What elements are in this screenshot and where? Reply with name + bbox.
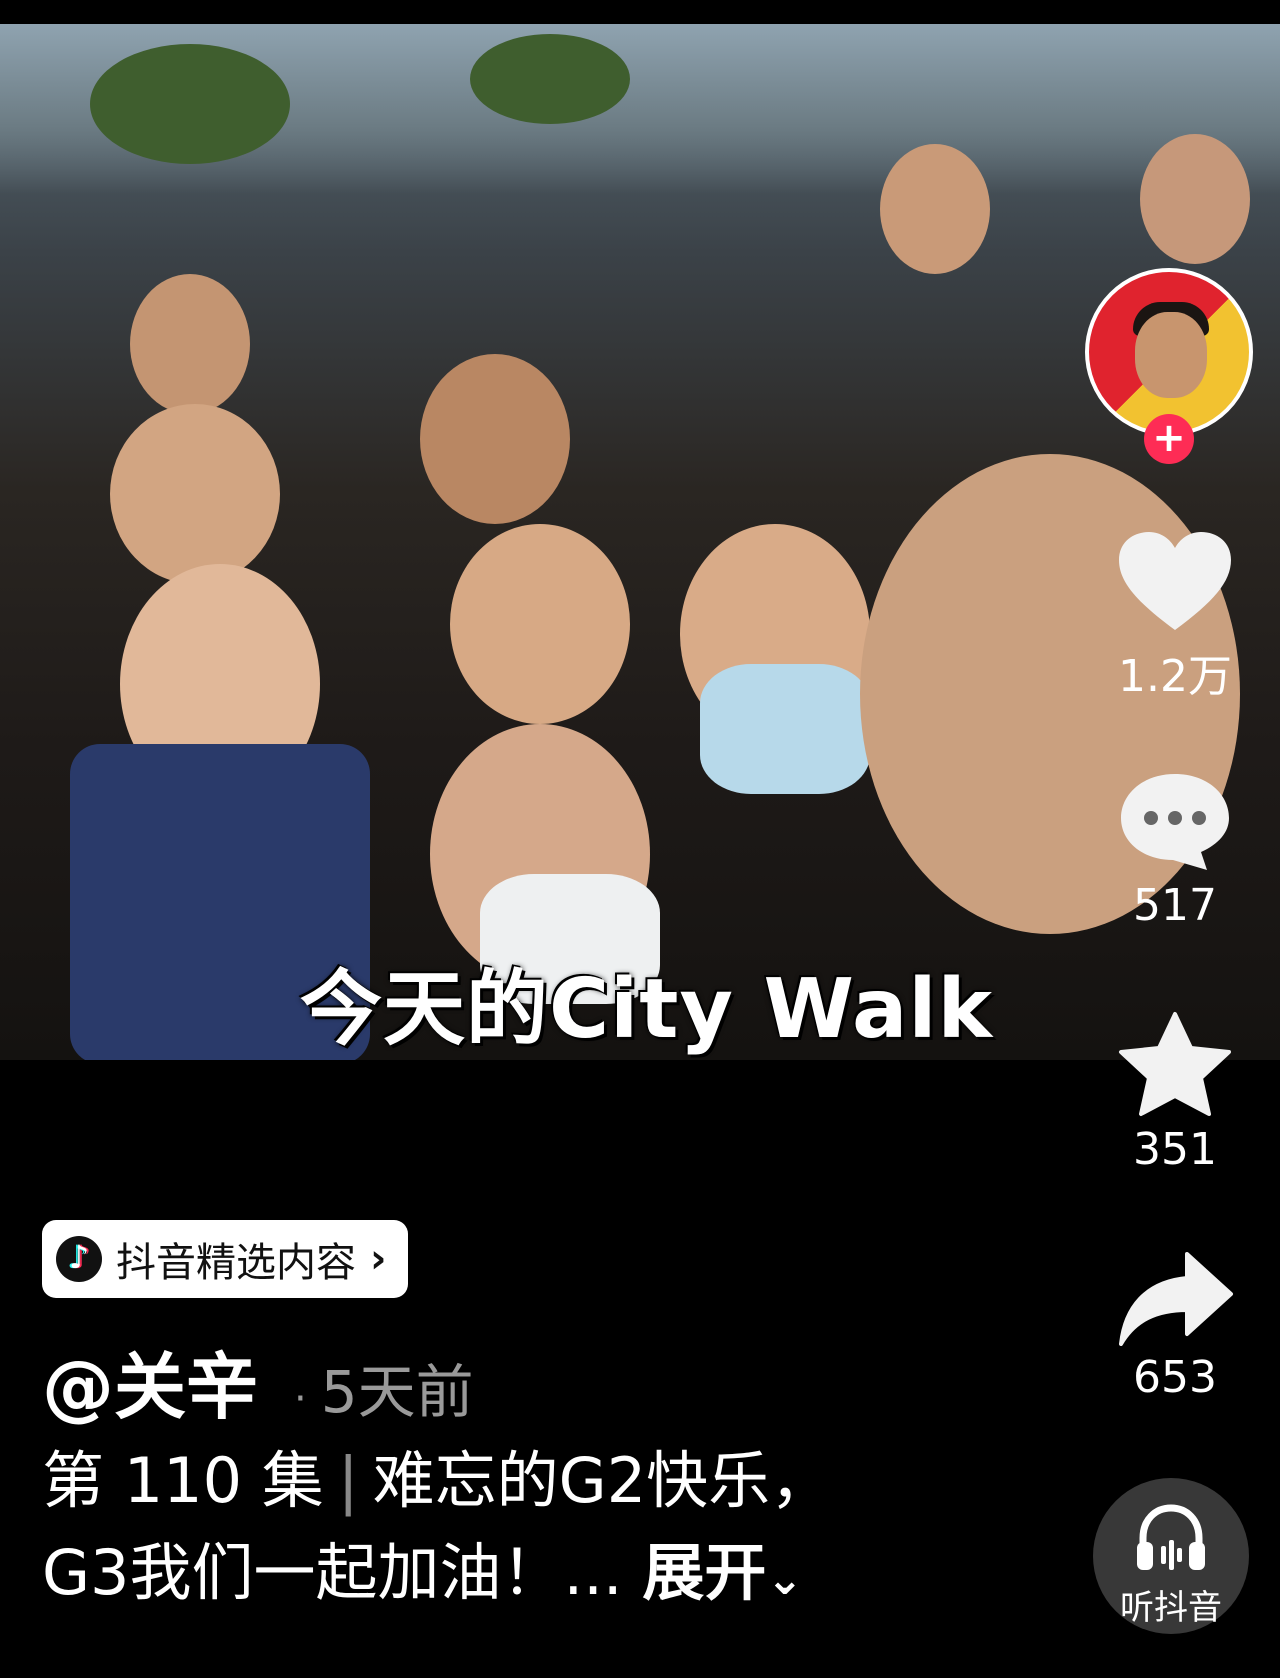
description-text: G3我们一起加油！... (42, 1536, 623, 1609)
comment-count: 517 (1133, 880, 1217, 931)
video-crowd-mask (700, 664, 870, 794)
share-arrow-icon (1119, 1252, 1233, 1346)
chevron-down-icon: ⌄ (766, 1554, 804, 1605)
separator-dot: · (294, 1376, 307, 1422)
author-avatar[interactable]: + (1085, 268, 1253, 464)
comment-button[interactable]: 517 (1100, 770, 1250, 931)
expand-button[interactable]: 展开⌄ (642, 1536, 803, 1609)
description-text: 难忘的G2快乐， (372, 1444, 833, 1517)
like-count: 1.2万 (1118, 651, 1232, 702)
video-crowd-face (420, 354, 570, 524)
chevron-right-icon: › (370, 1236, 387, 1282)
douyin-logo-icon: ♪ (56, 1236, 102, 1282)
expand-label: 展开 (642, 1536, 767, 1609)
follow-plus-icon[interactable]: + (1144, 414, 1194, 464)
headphones-icon (1137, 1504, 1205, 1570)
favorite-count: 351 (1133, 1124, 1217, 1175)
video-background-tree (470, 34, 630, 124)
listen-label: 听抖音 (1120, 1588, 1222, 1628)
author-handle[interactable]: @关辛 (42, 1328, 258, 1433)
episode-number: 第 110 集 (42, 1444, 324, 1517)
share-button[interactable]: 653 (1100, 1250, 1250, 1403)
author-line: @关辛 · 5天前 (42, 1328, 474, 1433)
badge-label: 抖音精选内容 (116, 1240, 356, 1286)
favorite-button[interactable]: 351 (1100, 1010, 1250, 1175)
listen-button[interactable]: 听抖音 (1093, 1478, 1249, 1634)
video-crowd-face (110, 404, 280, 584)
heart-icon (1119, 532, 1231, 630)
video-crowd-face (880, 144, 990, 274)
video-caption: 今天的City Walk (300, 962, 993, 1057)
description-line-1: 第 110 集 | 难忘的G2快乐， (42, 1435, 1042, 1527)
video-player[interactable]: 今天的City Walk (0, 24, 1280, 1060)
description-line-2: G3我们一起加油！... 展开⌄ (42, 1527, 1042, 1626)
featured-content-badge[interactable]: ♪ 抖音精选内容 › (42, 1220, 409, 1298)
video-description[interactable]: 第 110 集 | 难忘的G2快乐， G3我们一起加油！... 展开⌄ (42, 1435, 1042, 1626)
video-background-tree (90, 44, 290, 164)
post-time: 5天前 (320, 1358, 474, 1426)
video-crowd-face (450, 524, 630, 724)
comment-bubble-icon (1121, 774, 1229, 870)
like-button[interactable]: 1.2万 (1100, 530, 1250, 704)
video-crowd-face (130, 274, 250, 414)
star-icon (1119, 1012, 1231, 1116)
avatar-image (1085, 268, 1253, 436)
separator-bar: | (337, 1444, 359, 1517)
share-count: 653 (1133, 1352, 1217, 1403)
video-crowd-face (1140, 134, 1250, 264)
